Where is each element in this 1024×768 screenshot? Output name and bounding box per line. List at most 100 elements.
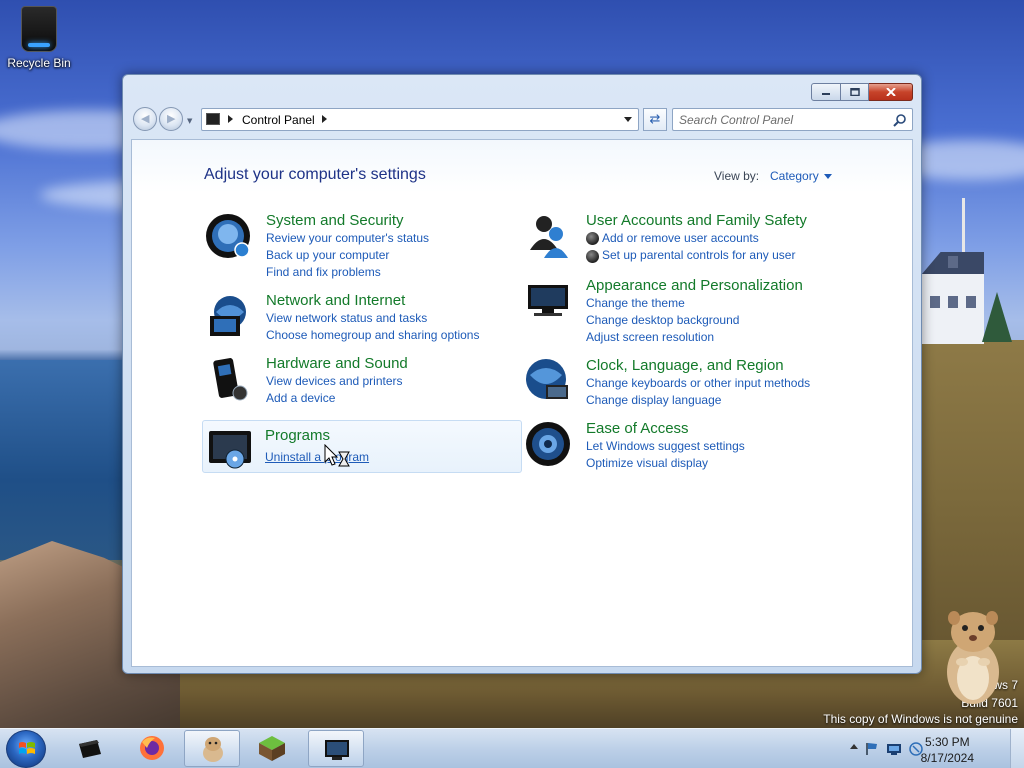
breadcrumb-separator-icon[interactable] xyxy=(322,115,327,123)
link-parental-controls[interactable]: Set up parental controls for any user xyxy=(602,248,795,262)
category-title[interactable]: Clock, Language, and Region xyxy=(586,357,784,374)
show-desktop-button[interactable] xyxy=(1010,729,1024,768)
recycle-bin-icon xyxy=(21,6,57,52)
link-display-language[interactable]: Change display language xyxy=(586,393,721,407)
close-button[interactable] xyxy=(869,83,913,101)
taskbar-control-panel-button[interactable] xyxy=(308,730,364,767)
clock-language-icon[interactable] xyxy=(524,357,574,407)
system-tray: 5:30 PM 8/17/2024 xyxy=(834,729,1024,768)
address-bar[interactable]: Control Panel xyxy=(201,108,639,131)
recycle-bin-shortcut[interactable]: Recycle Bin xyxy=(4,4,74,70)
caption-buttons xyxy=(811,83,913,101)
maximize-icon xyxy=(849,88,860,96)
category-title[interactable]: Network and Internet xyxy=(266,292,405,309)
link-optimize-visual[interactable]: Optimize visual display xyxy=(586,456,708,470)
category-title[interactable]: Ease of Access xyxy=(586,420,689,437)
hamster-app-icon xyxy=(203,737,223,762)
address-history-dropdown-icon[interactable] xyxy=(624,117,632,122)
taskbar: 5:30 PM 8/17/2024 xyxy=(0,728,1024,768)
control-panel-window: ◀ ▶ ▼ Control Panel ⇄ Adjust your comput… xyxy=(122,74,922,674)
category-title[interactable]: Programs xyxy=(265,427,330,444)
forward-button[interactable]: ▶ xyxy=(159,107,183,131)
control-panel-content: Adjust your computer's settings View by:… xyxy=(131,139,913,667)
user-accounts-icon[interactable] xyxy=(524,212,574,262)
maximize-button[interactable] xyxy=(841,83,869,101)
start-button[interactable] xyxy=(6,730,46,768)
category-hardware-sound: Hardware and Sound View devices and prin… xyxy=(204,355,514,409)
clock[interactable]: 5:30 PM 8/17/2024 xyxy=(921,734,974,766)
appearance-icon[interactable] xyxy=(524,277,574,327)
action-center-flag-icon[interactable] xyxy=(864,741,880,757)
search-input[interactable] xyxy=(679,112,889,128)
network-internet-icon[interactable] xyxy=(204,292,254,342)
category-title[interactable]: Appearance and Personalization xyxy=(586,277,803,294)
system-security-icon[interactable] xyxy=(204,212,254,262)
close-icon xyxy=(885,88,896,96)
link-add-remove-accounts[interactable]: Add or remove user accounts xyxy=(602,231,759,245)
category-network-internet: Network and Internet View network status… xyxy=(204,292,514,346)
link-back-up[interactable]: Back up your computer xyxy=(266,248,389,262)
search-icon[interactable] xyxy=(893,113,907,127)
hardware-sound-icon[interactable] xyxy=(204,355,254,405)
category-system-security: System and Security Review your computer… xyxy=(204,212,514,282)
link-change-theme[interactable]: Change the theme xyxy=(586,296,685,310)
view-by-label: View by: xyxy=(714,169,760,183)
link-add-device[interactable]: Add a device xyxy=(266,391,335,405)
category-appearance: Appearance and Personalization Change th… xyxy=(524,277,844,347)
ease-of-access-icon[interactable] xyxy=(524,420,574,470)
programs-icon[interactable] xyxy=(205,425,255,475)
back-button[interactable]: ◀ xyxy=(133,107,157,131)
link-windows-suggest[interactable]: Let Windows suggest settings xyxy=(586,439,745,453)
recycle-bin-label: Recycle Bin xyxy=(7,56,71,70)
link-devices-printers[interactable]: View devices and printers xyxy=(266,374,403,388)
recent-pages-dropdown-icon[interactable]: ▼ xyxy=(187,117,195,125)
link-uninstall-program[interactable]: Uninstall a program xyxy=(265,450,369,464)
firefox-icon xyxy=(140,736,164,760)
view-by-dropdown[interactable]: Category xyxy=(770,169,819,183)
taskbar-computer-button[interactable] xyxy=(62,730,118,767)
page-title: Adjust your computer's settings xyxy=(204,166,426,183)
category-clock-language: Clock, Language, and Region Change keybo… xyxy=(524,357,844,411)
taskbar-minecraft-button[interactable] xyxy=(244,730,300,767)
link-keyboards-input[interactable]: Change keyboards or other input methods xyxy=(586,376,810,390)
busy-cursor-icon xyxy=(324,444,350,467)
control-panel-small-icon xyxy=(206,113,220,125)
link-find-fix-problems[interactable]: Find and fix problems xyxy=(266,265,381,279)
search-box[interactable] xyxy=(672,108,913,131)
minimize-button[interactable] xyxy=(811,83,841,101)
house xyxy=(922,252,984,344)
minimize-icon xyxy=(822,93,830,95)
uac-shield-icon xyxy=(586,232,599,245)
uac-shield-icon xyxy=(586,250,599,263)
link-homegroup-sharing[interactable]: Choose homegroup and sharing options xyxy=(266,328,479,342)
clock-time: 5:30 PM xyxy=(924,735,970,749)
link-network-status[interactable]: View network status and tasks xyxy=(266,311,427,325)
control-panel-icon xyxy=(325,740,349,760)
category-title[interactable]: Hardware and Sound xyxy=(266,355,408,372)
hamster-gadget-icon[interactable] xyxy=(940,606,1006,706)
tree xyxy=(982,292,1012,342)
navigation-bar: ◀ ▶ ▼ Control Panel ⇄ xyxy=(131,105,913,133)
category-user-accounts: User Accounts and Family Safety Add or r… xyxy=(524,212,844,266)
refresh-icon: ⇄ xyxy=(649,112,661,127)
show-hidden-icons-icon[interactable] xyxy=(850,744,858,749)
clock-date: 8/17/2024 xyxy=(920,751,974,765)
category-ease-of-access: Ease of Access Let Windows suggest setti… xyxy=(524,420,844,474)
forward-arrow-icon: ▶ xyxy=(167,112,176,125)
category-programs[interactable]: Programs Uninstall a program xyxy=(202,420,522,473)
taskbar-hamster-button[interactable] xyxy=(184,730,240,767)
link-screen-resolution[interactable]: Adjust screen resolution xyxy=(586,330,714,344)
breadcrumb-separator-icon[interactable] xyxy=(228,115,233,123)
breadcrumb-control-panel[interactable]: Control Panel xyxy=(242,113,315,127)
view-by-chevron-down-icon[interactable] xyxy=(824,174,832,179)
windows-logo-icon xyxy=(19,742,35,754)
back-arrow-icon: ◀ xyxy=(141,112,150,125)
network-icon[interactable] xyxy=(886,741,902,757)
category-title[interactable]: System and Security xyxy=(266,212,404,229)
link-review-status[interactable]: Review your computer's status xyxy=(266,231,429,245)
taskbar-firefox-button[interactable] xyxy=(124,730,180,767)
category-title[interactable]: User Accounts and Family Safety xyxy=(586,212,807,229)
link-desktop-background[interactable]: Change desktop background xyxy=(586,313,739,327)
refresh-button[interactable]: ⇄ xyxy=(643,108,667,131)
watermark-line3: This copy of Windows is not genuine xyxy=(823,712,1018,726)
